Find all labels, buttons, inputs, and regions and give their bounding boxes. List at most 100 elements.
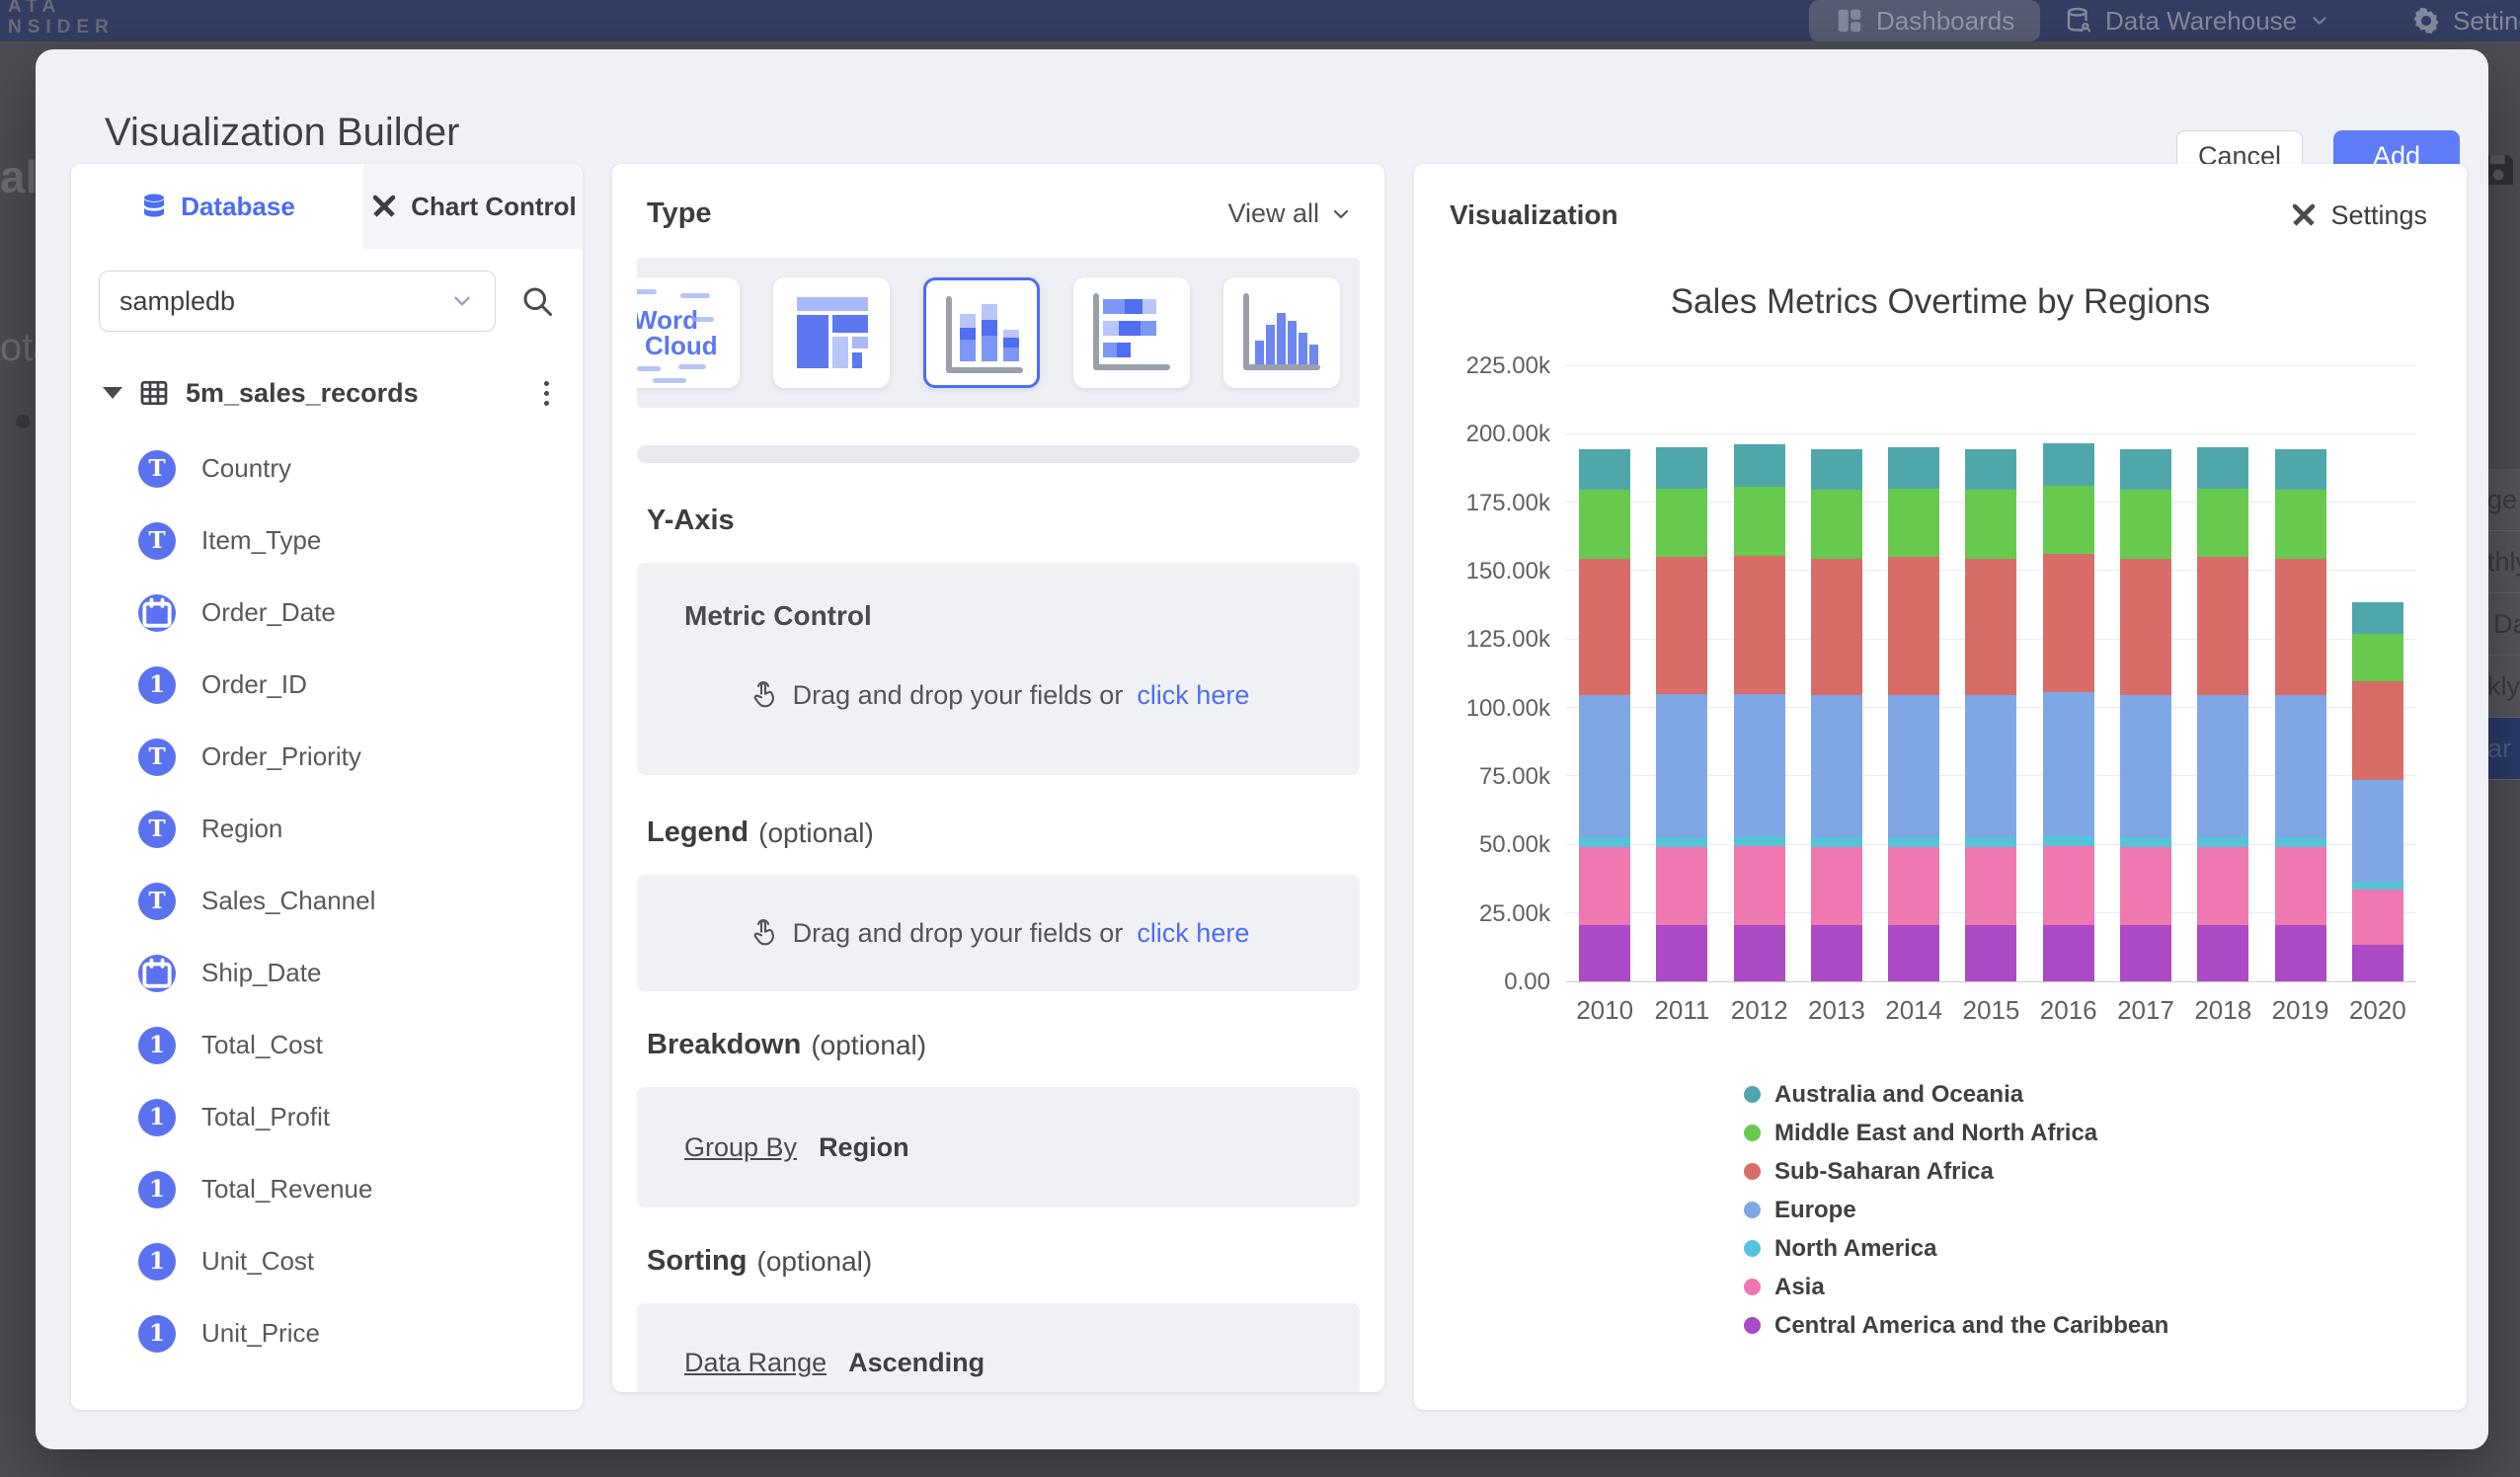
- bar-slot: [1643, 365, 1720, 981]
- field-item[interactable]: 1 Unit_Cost: [71, 1225, 583, 1297]
- breakdown-section-title: Breakdown: [647, 1029, 801, 1061]
- field-type-icon: [138, 594, 176, 632]
- field-type-icon: T: [138, 450, 176, 488]
- field-item[interactable]: 1 Order_ID: [71, 649, 583, 721]
- bar-segment: [2043, 486, 2094, 554]
- legend-item[interactable]: Asia: [1744, 1268, 2467, 1306]
- chart-type-option-word-cloud[interactable]: Word Cloud: [637, 277, 740, 388]
- bar-segment: [2275, 837, 2326, 847]
- bar-segment: [2197, 925, 2248, 981]
- field-item[interactable]: 1 Total_Revenue: [71, 1153, 583, 1225]
- tools-icon: [2289, 200, 2319, 230]
- field-item[interactable]: Order_Date: [71, 577, 583, 649]
- chart: 225.00k200.00k175.00k150.00k125.00k100.0…: [1414, 365, 2467, 1026]
- gear-icon: [2411, 6, 2441, 36]
- legend-click-here-link[interactable]: click here: [1137, 918, 1249, 949]
- chart-type-option-stacked-bar[interactable]: [1073, 277, 1190, 388]
- field-type-icon: 1: [138, 1171, 176, 1208]
- bar-segment: [2043, 836, 2094, 846]
- nav-data-warehouse-label: Data Warehouse: [2105, 6, 2297, 37]
- bar-slot: [2184, 365, 2261, 981]
- x-tick-label: 2010: [1566, 995, 1643, 1026]
- field-item[interactable]: T Order_Priority: [71, 721, 583, 793]
- field-item[interactable]: 1 Unit_Price: [71, 1297, 583, 1369]
- bar-segment: [2197, 695, 2248, 837]
- x-tick-label: 2020: [2339, 995, 2416, 1026]
- legend-item[interactable]: Middle East and North Africa: [1744, 1114, 2467, 1152]
- nav-data-warehouse[interactable]: Data Warehouse: [2064, 0, 2330, 41]
- bar-segment: [1811, 847, 1862, 925]
- stacked-bar-2013: [1811, 365, 1862, 981]
- legend-dot: [1744, 1163, 1761, 1180]
- field-label: Sales_Channel: [201, 886, 375, 916]
- bar-segment: [1811, 837, 1862, 847]
- y-tick-label: 75.00k: [1479, 763, 1550, 791]
- y-tick-label: 150.00k: [1466, 558, 1550, 585]
- metric-control-dropzone[interactable]: Metric Control Drag and drop your fields…: [637, 563, 1360, 775]
- nav-settings[interactable]: Settings: [2411, 0, 2520, 41]
- legend-dropzone[interactable]: Drag and drop your fields or click here: [637, 875, 1360, 991]
- database-panel: Database Chart Control sampledb: [71, 164, 583, 1410]
- field-item[interactable]: Ship_Date: [71, 937, 583, 1009]
- settings-button[interactable]: Settings: [2289, 200, 2427, 231]
- bar-segment: [1811, 449, 1862, 491]
- tab-chart-control[interactable]: Chart Control: [363, 164, 583, 249]
- table-tree-row[interactable]: 5m_sales_records: [103, 371, 555, 415]
- chart-type-option-stacked-column[interactable]: [923, 277, 1040, 388]
- view-all-label: View all: [1227, 198, 1319, 229]
- legend-item[interactable]: Europe: [1744, 1191, 2467, 1229]
- bar-segment: [2352, 602, 2403, 634]
- field-item[interactable]: T Sales_Channel: [71, 865, 583, 937]
- legend-item[interactable]: Sub-Saharan Africa: [1744, 1152, 2467, 1191]
- warehouse-database-icon: [2064, 6, 2093, 36]
- bar-segment: [2275, 559, 2326, 696]
- bar-segment: [1656, 447, 1707, 489]
- legend-item[interactable]: Australia and Oceania: [1744, 1075, 2467, 1114]
- field-label: Item_Type: [201, 525, 321, 556]
- legend-dot: [1744, 1279, 1761, 1295]
- legend-item[interactable]: Central America and the Caribbean: [1744, 1306, 2467, 1345]
- chart-type-option-column[interactable]: [1223, 277, 1340, 388]
- data-range-label[interactable]: Data Range: [684, 1348, 827, 1378]
- chart-y-axis-labels: 225.00k200.00k175.00k150.00k125.00k100.0…: [1414, 365, 1566, 981]
- table-menu-kebab-icon[interactable]: [538, 375, 555, 412]
- bar-segment: [2275, 925, 2326, 981]
- legend-label: Central America and the Caribbean: [1774, 1312, 2168, 1340]
- field-item[interactable]: 1 Total_Profit: [71, 1081, 583, 1153]
- chart-type-option-treemap[interactable]: [773, 277, 890, 388]
- stacked-bar-2016: [2043, 365, 2094, 981]
- field-item[interactable]: T Region: [71, 793, 583, 865]
- metric-control-title: Metric Control: [684, 600, 1360, 632]
- bar-slot: [1798, 365, 1875, 981]
- field-item[interactable]: 1 Total_Cost: [71, 1009, 583, 1081]
- expander-triangle-icon[interactable]: [103, 387, 122, 399]
- chart-slots: [1566, 365, 2416, 981]
- breakdown-optional-label: (optional): [811, 1030, 926, 1061]
- tab-database[interactable]: Database: [71, 164, 363, 249]
- bar-segment: [2043, 692, 2094, 836]
- dashboards-grid-icon: [1835, 6, 1864, 36]
- bar-segment: [2352, 945, 2403, 981]
- x-tick-label: 2019: [2261, 995, 2338, 1026]
- bar-slot: [2261, 365, 2338, 981]
- bar-segment: [2197, 489, 2248, 557]
- bar-segment: [1579, 695, 1630, 837]
- nav-dashboards[interactable]: Dashboards: [1809, 0, 2040, 41]
- sorting-config-row[interactable]: Data Range Ascending: [637, 1303, 1360, 1392]
- field-item[interactable]: T Item_Type: [71, 505, 583, 577]
- legend-section-title: Legend: [647, 816, 748, 849]
- group-by-label[interactable]: Group By: [684, 1132, 797, 1163]
- type-carousel-scrollbar[interactable]: [637, 445, 1360, 463]
- field-item[interactable]: T Country: [71, 432, 583, 505]
- view-all-button[interactable]: View all: [1227, 198, 1353, 229]
- bar-segment: [1888, 847, 1939, 925]
- field-label: Order_ID: [201, 669, 307, 700]
- metric-click-here-link[interactable]: click here: [1137, 680, 1249, 711]
- legend-item[interactable]: North America: [1744, 1229, 2467, 1268]
- database-select[interactable]: sampledb: [99, 271, 496, 332]
- bar-segment: [1656, 557, 1707, 694]
- search-icon[interactable]: [519, 283, 555, 319]
- bar-segment: [1965, 837, 2016, 847]
- breakdown-config-row[interactable]: Group By Region: [637, 1087, 1360, 1207]
- bar-slot: [1566, 365, 1643, 981]
